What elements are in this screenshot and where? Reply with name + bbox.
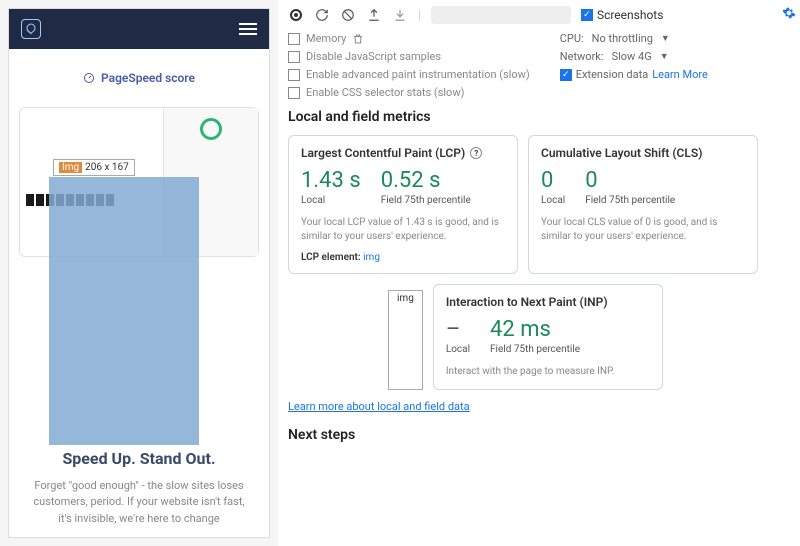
record-icon[interactable] [288,7,304,23]
disable-js-option[interactable]: Disable JavaScript samples [288,50,530,63]
cpu-label: CPU: [560,32,584,45]
gauge-icon [83,72,95,84]
hero-heading: Speed Up. Stand Out. [27,449,251,468]
network-label: Network: [560,50,604,63]
chevron-down-icon: ▼ [660,51,669,62]
badge-dimensions: 206 x 167 [85,162,129,173]
checkbox-checked-icon: ✓ [581,9,593,21]
hero-body: Forget "good enough" - the slow sites lo… [27,478,251,528]
reload-icon[interactable] [314,7,330,23]
hero-copy: Speed Up. Stand Out. Forget "good enough… [9,439,269,538]
devtools-pane: | ✓ Screenshots Memory Disable JavaScrip… [278,0,800,546]
next-steps-title: Next steps [288,427,790,443]
inp-local-value: – [446,317,470,342]
preview-nav [9,9,269,49]
trash-icon[interactable] [352,33,364,45]
hamburger-icon[interactable] [239,23,257,35]
lcp-local-label: Local [301,195,361,206]
learn-more-link[interactable]: Learn More [652,68,708,81]
adv-paint-label: Enable advanced paint instrumentation (s… [306,68,530,81]
rocket-icon [21,19,41,39]
screenshots-label: Screenshots [597,8,663,22]
inp-field-label: Field 75th percentile [490,344,580,355]
extension-data-toggle[interactable]: ✓ Extension data Learn More [560,68,708,81]
cls-field-value: 0 [585,168,675,193]
checkbox-icon [288,87,300,99]
css-stats-option[interactable]: Enable CSS selector stats (slow) [288,86,530,99]
chevron-down-icon: ▼ [661,33,670,44]
download-icon[interactable] [392,7,408,23]
cls-description: Your local CLS value of 0 is good, and i… [541,216,745,244]
pagespeed-score-button[interactable]: PageSpeed score [19,63,259,93]
lcp-element-link[interactable]: img [363,252,380,263]
upload-icon[interactable] [366,7,382,23]
lcp-element-row: LCP element: img [301,252,505,263]
screenshots-toggle[interactable]: ✓ Screenshots [581,8,663,22]
cls-local-label: Local [541,195,565,206]
inp-card: Interaction to Next Paint (INP) – Local … [433,284,663,390]
img-chip[interactable]: img [388,290,423,390]
badge-tag: Img [59,162,82,173]
learn-more-metrics-link[interactable]: Learn more about local and field data [288,400,470,413]
score-button-label: PageSpeed score [101,71,195,85]
inp-field-value: 42 ms [490,317,580,342]
gear-icon[interactable] [782,6,796,23]
lcp-description: Your local LCP value of 1.43 s is good, … [301,216,505,244]
performance-toolbar: | ✓ Screenshots [288,6,790,24]
divider: | [418,8,421,22]
memory-label: Memory [306,32,346,45]
lcp-field-value: 0.52 s [381,168,471,193]
css-stats-label: Enable CSS selector stats (slow) [306,86,464,99]
checkbox-checked-icon: ✓ [560,69,572,81]
memory-option[interactable]: Memory [288,32,530,45]
help-icon[interactable]: ? [470,147,482,159]
inp-title: Interaction to Next Paint (INP) [446,295,650,309]
disable-js-label: Disable JavaScript samples [306,50,441,63]
metrics-cards: Largest Contentful Paint (LCP)? 1.43 s L… [288,135,790,390]
lcp-local-value: 1.43 s [301,168,361,193]
url-input[interactable] [431,6,571,24]
adv-paint-option[interactable]: Enable advanced paint instrumentation (s… [288,68,530,81]
inp-description: Interact with the page to measure INP. [446,365,650,379]
inp-local-label: Local [446,344,470,355]
checkbox-icon [288,51,300,63]
lcp-card: Largest Contentful Paint (LCP)? 1.43 s L… [288,135,518,274]
preview-pane: PageSpeed score Img206 x 167 Speed Up. S… [0,0,278,546]
network-value: Slow 4G [612,50,652,63]
cls-local-value: 0 [541,168,565,193]
checkbox-icon [288,69,300,81]
lcp-title: Largest Contentful Paint (LCP)? [301,146,505,160]
cls-field-label: Field 75th percentile [585,195,675,206]
stop-icon[interactable] [340,7,356,23]
cpu-throttle[interactable]: CPU: No throttling ▼ [560,32,708,45]
metrics-section-title: Local and field metrics [288,109,790,125]
cls-card: Cumulative Layout Shift (CLS) 0 Local 0 … [528,135,758,274]
site-preview: PageSpeed score Img206 x 167 Speed Up. S… [8,8,270,538]
checkbox-icon [288,33,300,45]
network-throttle[interactable]: Network: Slow 4G ▼ [560,50,708,63]
inspect-badge: Img206 x 167 [53,159,135,176]
cpu-value: No throttling [592,32,653,45]
progress-circle-icon [200,118,222,140]
cls-title: Cumulative Layout Shift (CLS) [541,146,745,160]
ext-data-label: Extension data [576,68,648,81]
lcp-field-label: Field 75th percentile [381,195,471,206]
element-highlight-overlay [49,177,199,445]
options-row: Memory Disable JavaScript samples Enable… [288,32,790,99]
